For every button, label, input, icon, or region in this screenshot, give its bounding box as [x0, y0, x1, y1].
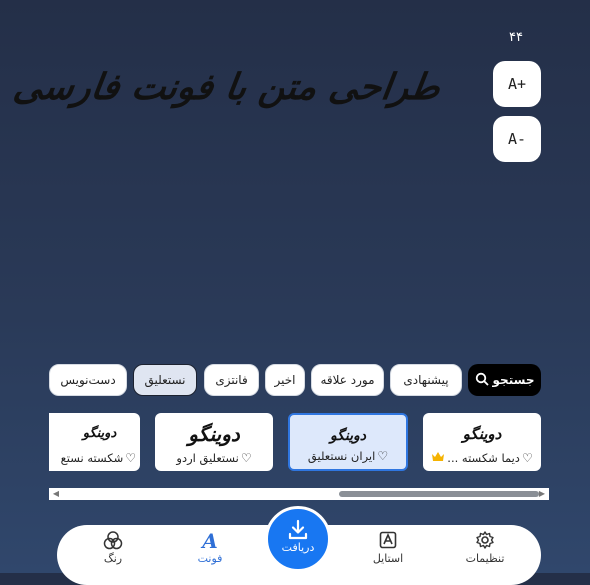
scroll-left-icon[interactable]: ◀ [51, 489, 61, 499]
font-preview: دوینگو [82, 426, 117, 441]
font-preview: دوینگو [329, 428, 367, 444]
font-name: ایران نستعلیق [307, 449, 376, 463]
scroll-right-icon[interactable]: ▶ [537, 489, 547, 499]
favorite-heart-icon[interactable]: ♡ [377, 449, 388, 463]
nav-color-label: رنگ [103, 552, 123, 565]
increase-font-size-button[interactable]: A+ [493, 61, 541, 107]
font-card-iran-nastaliq[interactable]: دوینگو ♡ ایران نستعلیق [288, 413, 408, 471]
font-icon: A [202, 529, 218, 553]
font-preview: دوینگو [188, 422, 240, 446]
chip-favorites[interactable]: مورد علاقه [311, 364, 384, 396]
canvas-text[interactable]: طراحی متن با فونت فارسی [11, 62, 443, 112]
nav-style[interactable]: استایل [358, 530, 418, 570]
font-name: شکسته نستع [60, 451, 124, 465]
chip-recent[interactable]: اخیر [265, 364, 305, 396]
scrollbar-thumb[interactable] [339, 491, 539, 497]
download-label: دریافت [281, 541, 315, 554]
nav-settings[interactable]: تنظیمات [455, 530, 515, 570]
nav-style-label: استایل [372, 552, 404, 565]
font-card-urdu-nastaliq[interactable]: دوینگو ♡ نستعلیق اردو [155, 413, 273, 471]
font-size-value: ۴۴ [509, 30, 523, 45]
nav-font-label: فونت [197, 552, 223, 565]
chip-suggested[interactable]: پیشنهادی [390, 364, 462, 396]
download-icon [268, 519, 328, 541]
text-style-icon [358, 530, 418, 552]
search-button[interactable]: جستجو [468, 364, 541, 396]
color-palette-icon [83, 530, 143, 552]
chip-nastaliq[interactable]: نستعلیق [133, 364, 197, 396]
chip-handwriting[interactable]: دست‌نویس [49, 364, 127, 396]
font-list-scrollbar[interactable]: ◀ ▶ [49, 488, 549, 500]
decrease-font-size-button[interactable]: A- [493, 116, 541, 162]
download-button[interactable]: دریافت [265, 506, 331, 572]
search-icon [475, 372, 489, 389]
font-name: نستعلیق اردو [176, 451, 239, 465]
font-card-shekasteh[interactable]: دوینگو ♡ شکسته نستع [49, 413, 140, 471]
font-card-dima[interactable]: دوینگو ♡ دیما شکسته ... [423, 413, 541, 471]
font-name: دیما شکسته ... [447, 451, 520, 465]
favorite-heart-icon[interactable]: ♡ [125, 451, 136, 465]
favorite-heart-icon[interactable]: ♡ [241, 451, 252, 465]
gear-icon [455, 530, 515, 552]
nav-settings-label: تنظیمات [465, 552, 505, 565]
nav-font[interactable]: A فونت [180, 530, 240, 570]
chip-fantasy[interactable]: فانتزی [204, 364, 259, 396]
favorite-heart-icon[interactable]: ♡ [522, 451, 533, 465]
nav-color[interactable]: رنگ [83, 530, 143, 570]
search-label: جستجو [492, 373, 535, 387]
premium-crown-icon [431, 451, 445, 465]
font-preview: دوینگو [462, 425, 502, 443]
